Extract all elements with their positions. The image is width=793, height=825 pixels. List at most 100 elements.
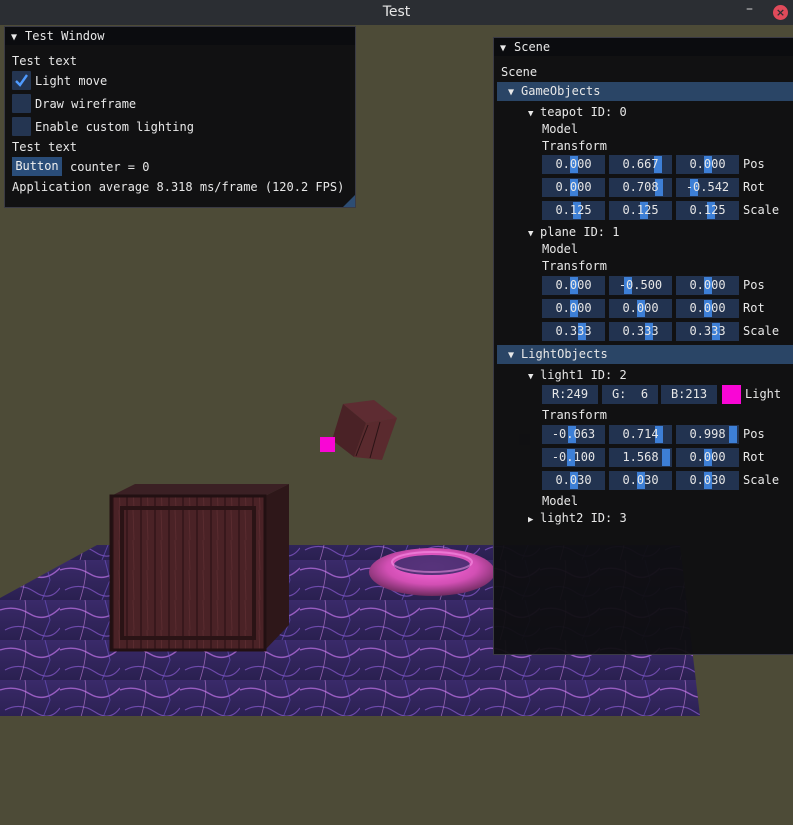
teapot-pos-z-field[interactable]: 0.000: [676, 155, 739, 174]
light1-pos-z-field[interactable]: 0.998: [676, 425, 739, 444]
tree-node-light1[interactable]: ▼ light1 ID: 2: [528, 367, 627, 385]
light1-pos-y-field[interactable]: 0.714: [609, 425, 672, 444]
collapse-arrow-icon: ▼: [507, 350, 515, 361]
light1-scale-y-value: 0.030: [622, 473, 659, 487]
light-color-swatch[interactable]: [722, 385, 741, 404]
teapot-scale-y-field[interactable]: 0.125: [609, 201, 672, 220]
teapot-pos-x-value: 0.000: [555, 157, 592, 171]
tree-node-teapot[interactable]: ▼ teapot ID: 0: [528, 104, 627, 122]
light1-pos-label: Pos: [743, 427, 765, 441]
window-title: Test: [382, 4, 411, 20]
test-text-1: Test text: [12, 54, 78, 68]
teapot-scale-z-value: 0.125: [689, 203, 726, 217]
plane-pos-z-field[interactable]: 0.000: [676, 276, 739, 295]
plane-scale-z-value: 0.333: [689, 324, 726, 338]
light1-rot-y-field[interactable]: 1.568: [609, 448, 672, 467]
draw-wireframe-checkbox[interactable]: [12, 94, 31, 113]
teapot-transform-label: Transform: [542, 139, 608, 153]
teapot-pos-x-field[interactable]: 0.000: [542, 155, 605, 174]
plane-scale-z-field[interactable]: 0.333: [676, 322, 739, 341]
crate-side: [265, 484, 289, 650]
tree-node-plane[interactable]: ▼ plane ID: 1: [528, 224, 619, 242]
test-window-title: Test Window: [25, 29, 105, 43]
plane-scale-x-field[interactable]: 0.333: [542, 322, 605, 341]
plane-model-label[interactable]: Model: [542, 241, 578, 257]
resize-grip[interactable]: [343, 195, 355, 207]
lightobjects-header-label: LightObjects: [521, 347, 608, 361]
light1-model-label[interactable]: Model: [542, 493, 578, 509]
teapot-scale-label: Scale: [743, 203, 780, 217]
crate-top: [111, 484, 289, 496]
custom-lighting-checkbox[interactable]: [12, 117, 31, 136]
teapot-scale-x-value: 0.125: [555, 203, 592, 217]
light-move-checkbox[interactable]: [12, 71, 31, 90]
plane-pos-label: Pos: [743, 278, 765, 292]
gameobjects-header[interactable]: ▼ GameObjects: [497, 82, 793, 101]
light1-rot-x-value: -0.100: [551, 450, 596, 464]
scene-window: ▼ Scene Scene ▼ GameObjects ▼ teapot ID: 0 …: [493, 37, 793, 655]
light1-pos-x-value: -0.063: [551, 427, 596, 441]
plane-scale-y-field[interactable]: 0.333: [609, 322, 672, 341]
plane-rot-label: Rot: [743, 301, 765, 315]
light1-rot-x-field[interactable]: -0.100: [542, 448, 605, 467]
light-cube: [320, 437, 335, 452]
teapot-pos-z-value: 0.000: [689, 157, 726, 171]
teapot-label: teapot ID: 0: [540, 105, 627, 119]
light1-pos-y-value: 0.714: [622, 427, 659, 441]
fps-stats: Application average 8.318 ms/frame (120.…: [12, 180, 345, 194]
plane-rot-y-value: 0.000: [622, 301, 659, 315]
light1-rot-z-value: 0.000: [689, 450, 726, 464]
test-window: ▼ Test Window Test text Light move Draw w…: [4, 26, 356, 208]
teapot-scale-z-field[interactable]: 0.125: [676, 201, 739, 220]
plane-scale-x-value: 0.333: [555, 324, 592, 338]
plane-rot-x-field[interactable]: 0.000: [542, 299, 605, 318]
minimize-icon[interactable]: –: [746, 1, 753, 17]
close-icon[interactable]: ×: [773, 5, 788, 20]
lightobjects-header[interactable]: ▼ LightObjects: [497, 345, 793, 364]
teapot-rot-y-field[interactable]: 0.708: [609, 178, 672, 197]
light1-scale-x-value: 0.030: [555, 473, 592, 487]
teapot-rot-z-value: -0.542: [685, 180, 730, 194]
collapse-arrow-icon[interactable]: ▼: [11, 29, 25, 47]
teapot-rot-y-value: 0.708: [622, 180, 659, 194]
light1-rot-label: Rot: [743, 450, 765, 464]
teapot-scale-x-field[interactable]: 0.125: [542, 201, 605, 220]
test-window-titlebar[interactable]: ▼ Test Window: [5, 27, 355, 45]
light1-pos-z-grab[interactable]: [728, 426, 737, 443]
plane-rot-z-value: 0.000: [689, 301, 726, 315]
light-color-label: Light: [745, 387, 782, 401]
window-titlebar: Test – ×: [0, 0, 793, 25]
teapot-pos-y-field[interactable]: 0.667: [609, 155, 672, 174]
light1-scale-z-field[interactable]: 0.030: [676, 471, 739, 490]
light-g-value: G: 6: [611, 387, 649, 401]
collapse-arrow-icon: ▼: [528, 109, 534, 119]
plane-pos-x-field[interactable]: 0.000: [542, 276, 605, 295]
light-b-field[interactable]: B:213: [661, 385, 717, 404]
light-r-field[interactable]: R:249: [542, 385, 598, 404]
collapse-arrow-icon[interactable]: ▼: [500, 40, 514, 58]
plane-transform-label: Transform: [542, 259, 608, 273]
checkmark-icon: [15, 74, 28, 87]
light-g-field[interactable]: G: 6: [602, 385, 658, 404]
collapse-arrow-icon: ▼: [507, 87, 515, 98]
light1-scale-y-field[interactable]: 0.030: [609, 471, 672, 490]
light1-scale-x-field[interactable]: 0.030: [542, 471, 605, 490]
light1-rot-y-grab[interactable]: [662, 449, 670, 466]
teapot-rot-x-field[interactable]: 0.000: [542, 178, 605, 197]
test-button[interactable]: Button: [12, 157, 62, 176]
tree-node-light2[interactable]: ▶ light2 ID: 3: [528, 510, 627, 528]
plane-rot-y-field[interactable]: 0.000: [609, 299, 672, 318]
light-r-value: R:249: [551, 387, 589, 401]
plane-pos-y-field[interactable]: -0.500: [609, 276, 672, 295]
scene-window-titlebar[interactable]: ▼ Scene: [494, 38, 793, 56]
teapot-model-label[interactable]: Model: [542, 121, 578, 137]
teapot-rot-z-field[interactable]: -0.542: [676, 178, 739, 197]
light1-pos-x-field[interactable]: -0.063: [542, 425, 605, 444]
plane-rot-z-field[interactable]: 0.000: [676, 299, 739, 318]
plane-pos-z-value: 0.000: [689, 278, 726, 292]
plane-scale-y-value: 0.333: [622, 324, 659, 338]
light1-rot-z-field[interactable]: 0.000: [676, 448, 739, 467]
plane-label: plane ID: 1: [540, 225, 620, 239]
draw-wireframe-label: Draw wireframe: [35, 97, 137, 111]
teapot-pos-y-value: 0.667: [622, 157, 659, 171]
